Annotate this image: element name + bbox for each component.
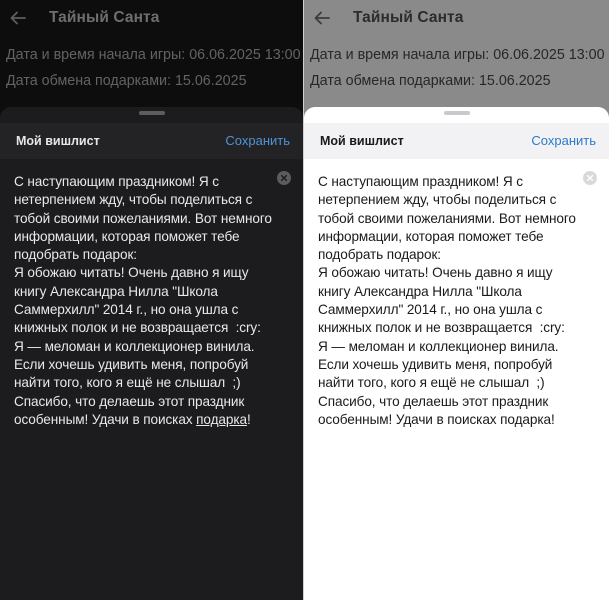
- start-date-value: 06.06.2025 13:00: [189, 47, 301, 63]
- exchange-date-value: 15.06.2025: [174, 73, 247, 89]
- back-arrow-icon[interactable]: [312, 8, 332, 28]
- save-button[interactable]: Сохранить: [531, 133, 596, 148]
- wishlist-text: С наступающим праздником! Я с нетерпение…: [318, 174, 576, 427]
- wishlist-end-punct: !: [246, 411, 251, 427]
- start-date-value: 06.06.2025 13:00: [493, 47, 605, 63]
- wishlist-sheet: Мой вишлист Сохранить С наступающим праз…: [0, 107, 303, 600]
- save-button[interactable]: Сохранить: [225, 133, 290, 148]
- app-title: Тайный Санта: [353, 9, 464, 26]
- exchange-date-label: Дата обмена подарками:: [310, 73, 475, 89]
- app-title: Тайный Санта: [49, 9, 160, 26]
- sheet-title: Мой вишлист: [320, 134, 404, 148]
- wishlist-textarea[interactable]: С наступающим праздником! Я с нетерпение…: [14, 173, 284, 429]
- start-date-label: Дата и время начала игры:: [6, 47, 186, 63]
- wishlist-end-punct: !: [550, 411, 555, 427]
- light-theme-screen: Тайный Санта Дата и время начала игры: 0…: [304, 0, 609, 600]
- wishlist-text: С наступающим праздником! Я с нетерпение…: [14, 174, 272, 427]
- exchange-date-value: 15.06.2025: [478, 73, 551, 89]
- sheet-header: Мой вишлист Сохранить: [0, 123, 303, 159]
- dark-theme-screen: Тайный Санта Дата и время начала игры: 0…: [0, 0, 303, 600]
- sheet-drag-handle[interactable]: [138, 111, 165, 115]
- start-date-line: Дата и время начала игры: 06.06.2025 13:…: [310, 47, 605, 63]
- back-arrow-icon[interactable]: [8, 8, 28, 28]
- app-bar: Тайный Санта: [0, 0, 303, 38]
- app-bar: Тайный Санта: [304, 0, 609, 38]
- sheet-title: Мой вишлист: [16, 134, 100, 148]
- start-date-label: Дата и время начала игры:: [310, 47, 490, 63]
- exchange-date-label: Дата обмена подарками:: [6, 73, 171, 89]
- start-date-line: Дата и время начала игры: 06.06.2025 13:…: [6, 47, 301, 63]
- sheet-drag-handle[interactable]: [443, 111, 470, 115]
- wishlist-last-word: подарка: [500, 411, 551, 427]
- exchange-date-line: Дата обмена подарками: 15.06.2025: [310, 73, 551, 89]
- wishlist-textarea[interactable]: С наступающим праздником! Я с нетерпение…: [318, 173, 588, 429]
- wishlist-sheet: Мой вишлист Сохранить С наступающим праз…: [304, 107, 609, 600]
- exchange-date-line: Дата обмена подарками: 15.06.2025: [6, 73, 247, 89]
- wishlist-underlined-word: подарка: [196, 411, 247, 427]
- sheet-header: Мой вишлист Сохранить: [304, 123, 609, 159]
